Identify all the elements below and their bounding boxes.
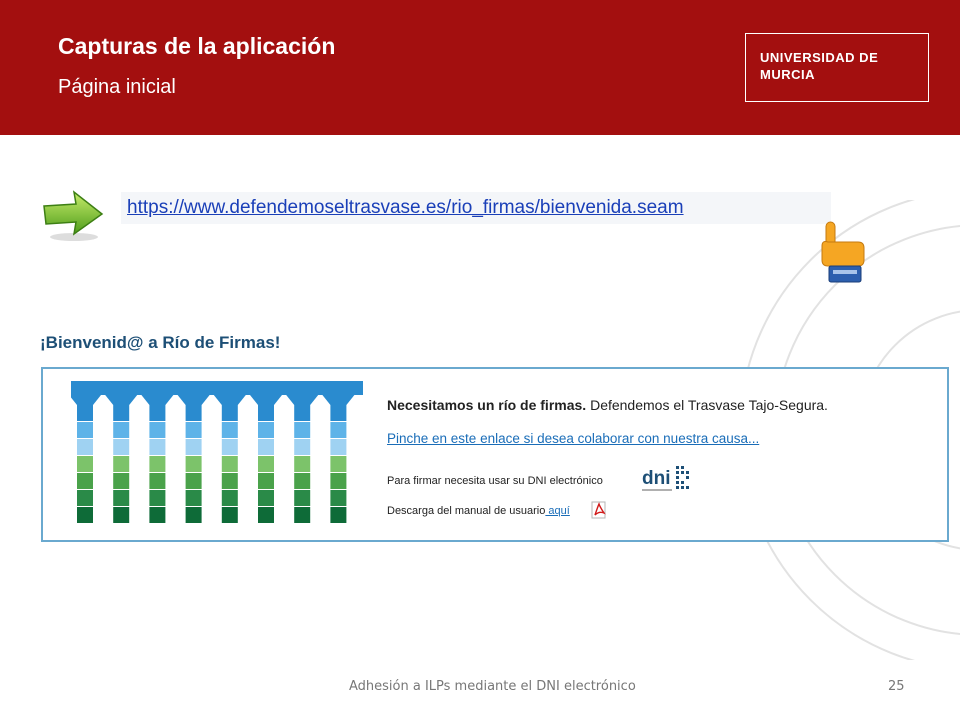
logo-column-segment bbox=[258, 439, 274, 455]
manual-download-link[interactable]: aquí bbox=[545, 505, 569, 517]
logo-column-capital bbox=[71, 395, 101, 405]
logo-column-segment bbox=[221, 439, 238, 455]
logo-column-segment bbox=[149, 507, 166, 523]
logo-column-segment bbox=[113, 507, 130, 523]
river-of-signatures-logo bbox=[71, 381, 363, 523]
logo-column-segment bbox=[185, 439, 202, 455]
logo-column-segment bbox=[77, 405, 93, 421]
logo-column-segment bbox=[77, 507, 93, 523]
footer-text: Adhesión a ILPs mediante el DNI electrón… bbox=[349, 679, 636, 694]
intro-rest: Defendemos el Trasvase Tajo-Segura. bbox=[586, 397, 828, 413]
logo-column-segment bbox=[185, 490, 202, 506]
app-panel: Necesitamos un río de firmas. Defendemos… bbox=[41, 367, 949, 542]
logo-column-segment bbox=[330, 490, 347, 506]
logo-column-segment bbox=[77, 422, 93, 438]
logo-column-segment bbox=[221, 422, 238, 438]
logo-column-segment bbox=[221, 490, 238, 506]
logo-column-segment bbox=[77, 456, 93, 472]
intro-text: Necesitamos un río de firmas. Defendemos… bbox=[387, 397, 828, 413]
logo-column-segment bbox=[149, 490, 166, 506]
logo-column-segment bbox=[330, 473, 347, 489]
logo-column-capital bbox=[286, 395, 319, 405]
logo-column-segment bbox=[221, 456, 238, 472]
slide-subtitle: Página inicial bbox=[58, 76, 176, 98]
logo-line-1: UNIVERSIDAD DE bbox=[760, 50, 879, 65]
logo-column-capital bbox=[177, 395, 210, 405]
logo-column-segment bbox=[221, 473, 238, 489]
logo-column-segment bbox=[113, 405, 130, 421]
logo-column-segment bbox=[258, 405, 274, 421]
intro-bold: Necesitamos un río de firmas. bbox=[387, 397, 587, 413]
logo-column-segment bbox=[149, 473, 166, 489]
logo-column-capital bbox=[141, 395, 174, 405]
logo-column-segment bbox=[294, 490, 311, 506]
logo-column-segment bbox=[330, 507, 347, 523]
logo-column-capital bbox=[322, 395, 355, 405]
logo-column-segment bbox=[149, 439, 166, 455]
university-logo: UNIVERSIDAD DE MURCIA bbox=[745, 33, 929, 102]
logo-column-segment bbox=[221, 405, 238, 421]
slide-title: Capturas de la aplicación bbox=[58, 33, 336, 59]
logo-column-capital bbox=[213, 395, 246, 405]
logo-column-segment bbox=[113, 422, 130, 438]
logo-column-capital bbox=[105, 395, 138, 405]
pdf-icon[interactable] bbox=[591, 501, 607, 519]
slide-header: Capturas de la aplicación Página inicial… bbox=[0, 0, 960, 135]
logo-column-segment bbox=[185, 507, 202, 523]
logo-column-segment bbox=[113, 490, 130, 506]
welcome-heading: ¡Bienvenid@ a Río de Firmas! bbox=[40, 333, 281, 352]
logo-line-2: MURCIA bbox=[760, 67, 815, 82]
logo-column-segment bbox=[294, 456, 311, 472]
logo-column-segment bbox=[258, 456, 274, 472]
logo-column-segment bbox=[149, 405, 166, 421]
dni-logo-icon: dni bbox=[642, 466, 689, 491]
logo-column-segment bbox=[149, 456, 166, 472]
manual-download-text: Descarga del manual de usuario aquí bbox=[387, 505, 570, 517]
green-arrow-icon bbox=[43, 190, 104, 241]
logo-column-segment bbox=[294, 405, 311, 421]
url-link[interactable]: https://www.defendemoseltrasvase.es/rio_… bbox=[127, 197, 684, 219]
logo-column-segment bbox=[330, 456, 347, 472]
logo-column-segment bbox=[294, 507, 311, 523]
logo-column-segment bbox=[77, 490, 93, 506]
logo-column-segment bbox=[221, 507, 238, 523]
logo-column-segment bbox=[258, 507, 274, 523]
logo-column-segment bbox=[113, 456, 130, 472]
dni-requirement-text: Para firmar necesita usar su DNI electró… bbox=[387, 475, 603, 487]
logo-column-segment bbox=[185, 456, 202, 472]
logo-column-segment bbox=[258, 422, 274, 438]
manual-text: Descarga del manual de usuario bbox=[387, 505, 546, 517]
logo-column-segment bbox=[258, 473, 274, 489]
logo-column-segment bbox=[294, 439, 311, 455]
logo-column-segment bbox=[185, 422, 202, 438]
collaborate-link[interactable]: Pinche en este enlace si desea colaborar… bbox=[387, 431, 759, 446]
logo-column-segment bbox=[258, 490, 274, 506]
logo-column-segment bbox=[185, 405, 202, 421]
logo-column-segment bbox=[294, 473, 311, 489]
url-bar[interactable]: https://www.defendemoseltrasvase.es/rio_… bbox=[121, 192, 831, 224]
logo-column-segment bbox=[294, 422, 311, 438]
logo-column-segment bbox=[149, 422, 166, 438]
logo-column-segment bbox=[330, 405, 347, 421]
logo-column-segment bbox=[330, 439, 347, 455]
dni-logo-text: dni bbox=[642, 468, 671, 489]
logo-column-segment bbox=[185, 473, 202, 489]
page-number: 25 bbox=[888, 679, 905, 694]
logo-column-segment bbox=[113, 439, 130, 455]
logo-column-segment bbox=[77, 439, 93, 455]
logo-column-segment bbox=[113, 473, 130, 489]
pointing-hand-icon bbox=[821, 221, 865, 283]
logo-column-capital bbox=[250, 395, 282, 405]
logo-column-segment bbox=[77, 473, 93, 489]
logo-column-segment bbox=[330, 422, 347, 438]
